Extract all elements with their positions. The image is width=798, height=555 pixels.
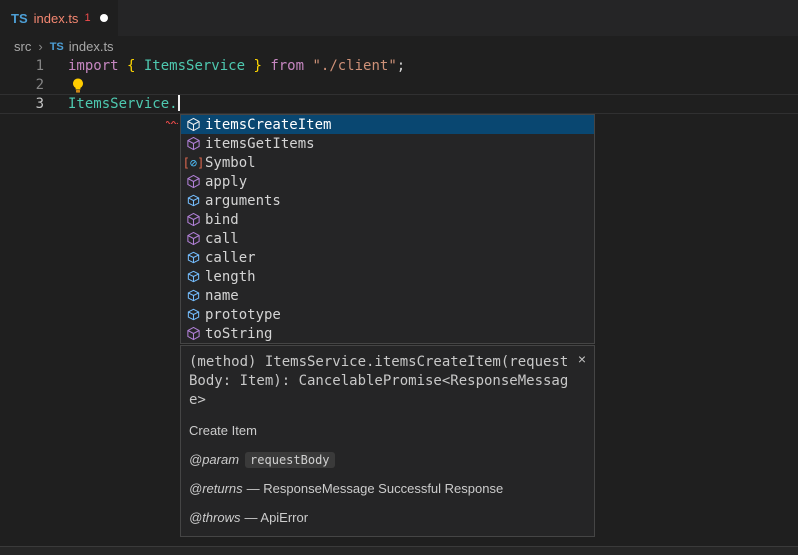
panel-divider[interactable]	[0, 546, 798, 555]
returns-tag: @returns	[189, 481, 243, 496]
text-cursor	[178, 95, 180, 111]
symbol-method-icon	[185, 326, 202, 342]
doc-description: Create Item	[189, 423, 586, 438]
doc-throws-row: @throws — ApiError	[189, 510, 586, 525]
symbol-field-icon	[185, 193, 202, 209]
code-text: import { ItemsService } from "./client";	[68, 57, 405, 76]
symbol-constant-icon: [⊘]	[185, 155, 202, 171]
breadcrumb: src › TS index.ts	[0, 36, 798, 57]
suggestion-item[interactable]: prototype	[181, 305, 594, 324]
suggestion-item[interactable]: length	[181, 267, 594, 286]
symbol-method-icon	[185, 117, 202, 133]
suggestion-label: length	[205, 269, 256, 285]
suggestion-label: call	[205, 231, 239, 247]
suggestion-label: bind	[205, 212, 239, 228]
throws-tag: @throws	[189, 510, 241, 525]
symbol-field-icon	[185, 307, 202, 323]
symbol-field-icon	[185, 269, 202, 285]
symbol-method-icon	[185, 174, 202, 190]
code-token: from	[262, 58, 313, 74]
suggestion-item[interactable]: name	[181, 286, 594, 305]
code-line-1: 1 import { ItemsService } from "./client…	[0, 57, 798, 76]
suggestion-label: apply	[205, 174, 247, 190]
chevron-right-icon: ›	[38, 39, 42, 54]
code-token: "./client"	[312, 58, 396, 74]
unsaved-changes-indicator-icon[interactable]	[100, 14, 108, 22]
doc-param-row: @param requestBody	[189, 452, 586, 467]
typescript-file-icon: TS	[50, 41, 64, 53]
line-number: 3	[0, 95, 44, 114]
code-token: }	[245, 58, 262, 74]
suggestion-item[interactable]: [⊘] Symbol	[181, 153, 594, 172]
suggestion-item[interactable]: call	[181, 229, 594, 248]
suggestion-label: name	[205, 288, 239, 304]
typescript-file-icon: TS	[11, 11, 28, 26]
suggestion-label: arguments	[205, 193, 281, 209]
suggestion-item[interactable]: apply	[181, 172, 594, 191]
line-number: 2	[0, 76, 44, 95]
suggestion-label: prototype	[205, 307, 281, 323]
param-tag: @param	[189, 452, 239, 467]
suggestion-item[interactable]: arguments	[181, 191, 594, 210]
code-token: import	[68, 58, 127, 74]
symbol-method-icon	[185, 212, 202, 228]
code-token: {	[127, 58, 144, 74]
suggestion-label: itemsCreateItem	[205, 117, 331, 133]
symbol-method-icon	[185, 231, 202, 247]
breadcrumb-folder[interactable]: src	[14, 39, 31, 54]
line-number: 1	[0, 57, 44, 76]
suggestion-item[interactable]: caller	[181, 248, 594, 267]
suggestion-label: Symbol	[205, 155, 256, 171]
suggestion-item[interactable]: itemsGetItems	[181, 134, 594, 153]
suggest-docs-panel: (method) ItemsService.itemsCreateItem(re…	[180, 345, 595, 537]
suggestion-item[interactable]: bind	[181, 210, 594, 229]
tab-error-count-badge: 1	[84, 12, 90, 24]
code-token: ItemsService.	[68, 96, 178, 112]
breadcrumb-file[interactable]: index.ts	[69, 39, 114, 54]
vscode-window: TS index.ts 1 src › TS index.ts 1 import…	[0, 0, 798, 555]
close-icon[interactable]: ×	[578, 352, 586, 366]
code-line-2: 2	[0, 76, 798, 95]
suggestion-label: toString	[205, 326, 272, 342]
symbol-field-icon	[185, 288, 202, 304]
tab-bar: TS index.ts 1	[0, 0, 798, 36]
symbol-method-icon	[185, 136, 202, 152]
suggestion-item[interactable]: itemsCreateItem	[181, 115, 594, 134]
returns-text: — ResponseMessage Successful Response	[247, 481, 504, 496]
symbol-field-icon	[185, 250, 202, 266]
code-token: ItemsService	[144, 58, 245, 74]
suggest-widget: itemsCreateItem itemsGetItems [⊘] Symbol…	[180, 114, 595, 344]
suggestion-label: itemsGetItems	[205, 136, 315, 152]
throws-text: — ApiError	[245, 510, 309, 525]
code-line-3: 3 ItemsService.	[0, 95, 798, 114]
param-name-chip: requestBody	[245, 452, 334, 468]
code-token: ;	[397, 58, 405, 74]
doc-returns-row: @returns — ResponseMessage Successful Res…	[189, 481, 586, 496]
suggestion-item[interactable]: toString	[181, 324, 594, 343]
tab-label: index.ts	[34, 11, 79, 26]
tab-index-ts[interactable]: TS index.ts 1	[0, 0, 118, 36]
method-signature: (method) ItemsService.itemsCreateItem(re…	[189, 353, 573, 410]
suggestion-label: caller	[205, 250, 256, 266]
